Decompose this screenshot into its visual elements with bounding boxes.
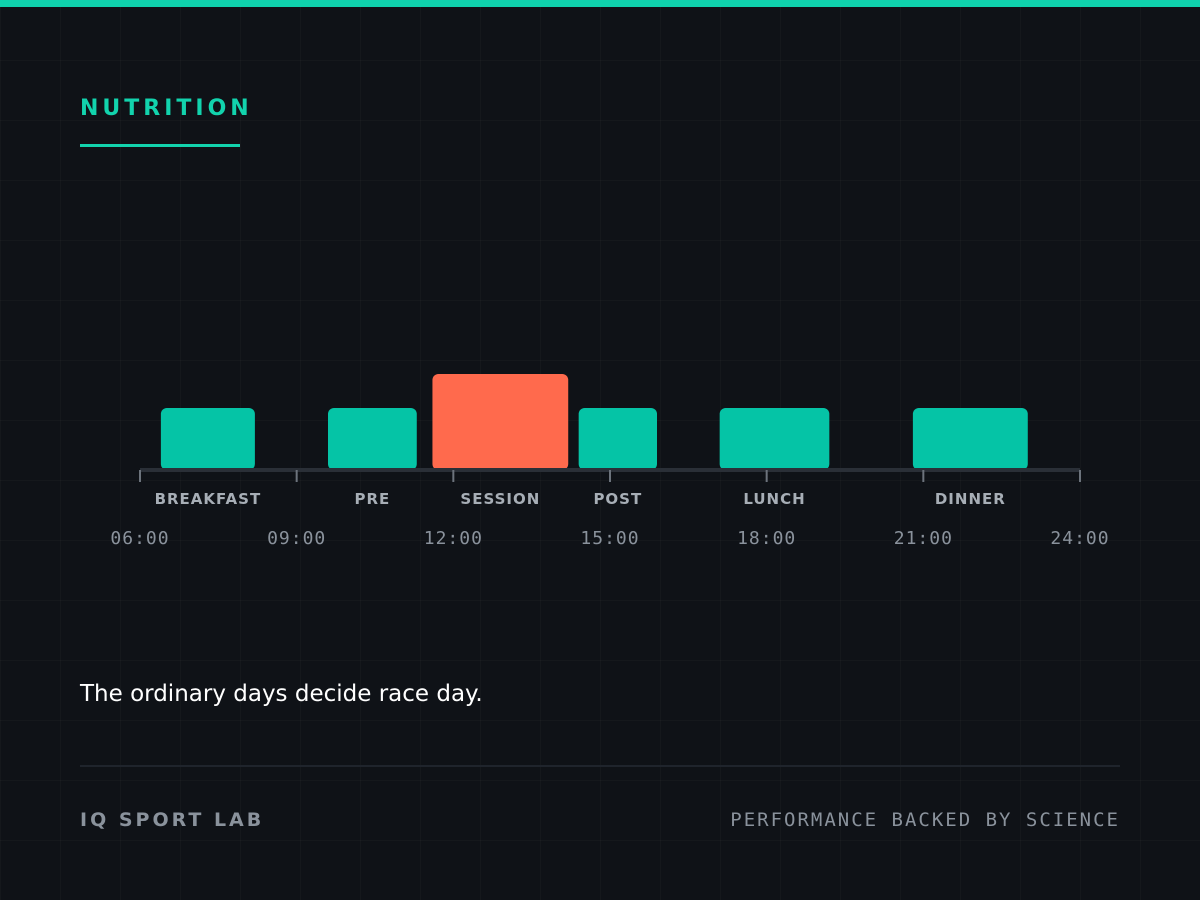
tick-label: 09:00	[267, 528, 326, 549]
tick-label: 12:00	[424, 528, 483, 549]
meal-block-pre	[328, 408, 417, 470]
event-label: SESSION	[460, 490, 540, 508]
session-block	[432, 374, 569, 470]
event-blocks	[160, 374, 1028, 470]
tick-label: 21:00	[894, 528, 953, 549]
brand-slogan: PERFORMANCE BACKED BY SCIENCE	[730, 809, 1120, 831]
event-labels: BREAKFAST PRE SESSION POST LUNCH DINNER	[155, 490, 1006, 508]
tick-label: 24:00	[1050, 528, 1109, 549]
event-label: LUNCH	[743, 490, 805, 508]
axis-tick-labels: 06:00 09:00 12:00 15:00 18:00 21:00 24:00	[110, 528, 1109, 549]
footer-divider	[80, 765, 1120, 767]
meal-block-breakfast	[160, 408, 255, 470]
brand-name: IQ SPORT LAB	[80, 809, 265, 831]
tagline: The ordinary days decide race day.	[80, 681, 483, 707]
top-accent-bar	[0, 0, 1200, 7]
meal-block-post	[578, 408, 657, 470]
tick-label: 18:00	[737, 528, 796, 549]
event-label: PRE	[354, 490, 390, 508]
event-label: DINNER	[935, 490, 1006, 508]
meal-block-lunch	[719, 408, 830, 470]
meal-block-dinner	[912, 408, 1028, 470]
title-underline	[80, 144, 240, 147]
event-label: BREAKFAST	[155, 490, 262, 508]
section-title: NUTRITION	[80, 96, 253, 121]
tick-label: 06:00	[110, 528, 169, 549]
event-label: POST	[593, 490, 642, 508]
tick-label: 15:00	[580, 528, 639, 549]
nutrition-timeline-chart: BREAKFAST PRE SESSION POST LUNCH DINNER 06:00…	[110, 374, 1109, 549]
